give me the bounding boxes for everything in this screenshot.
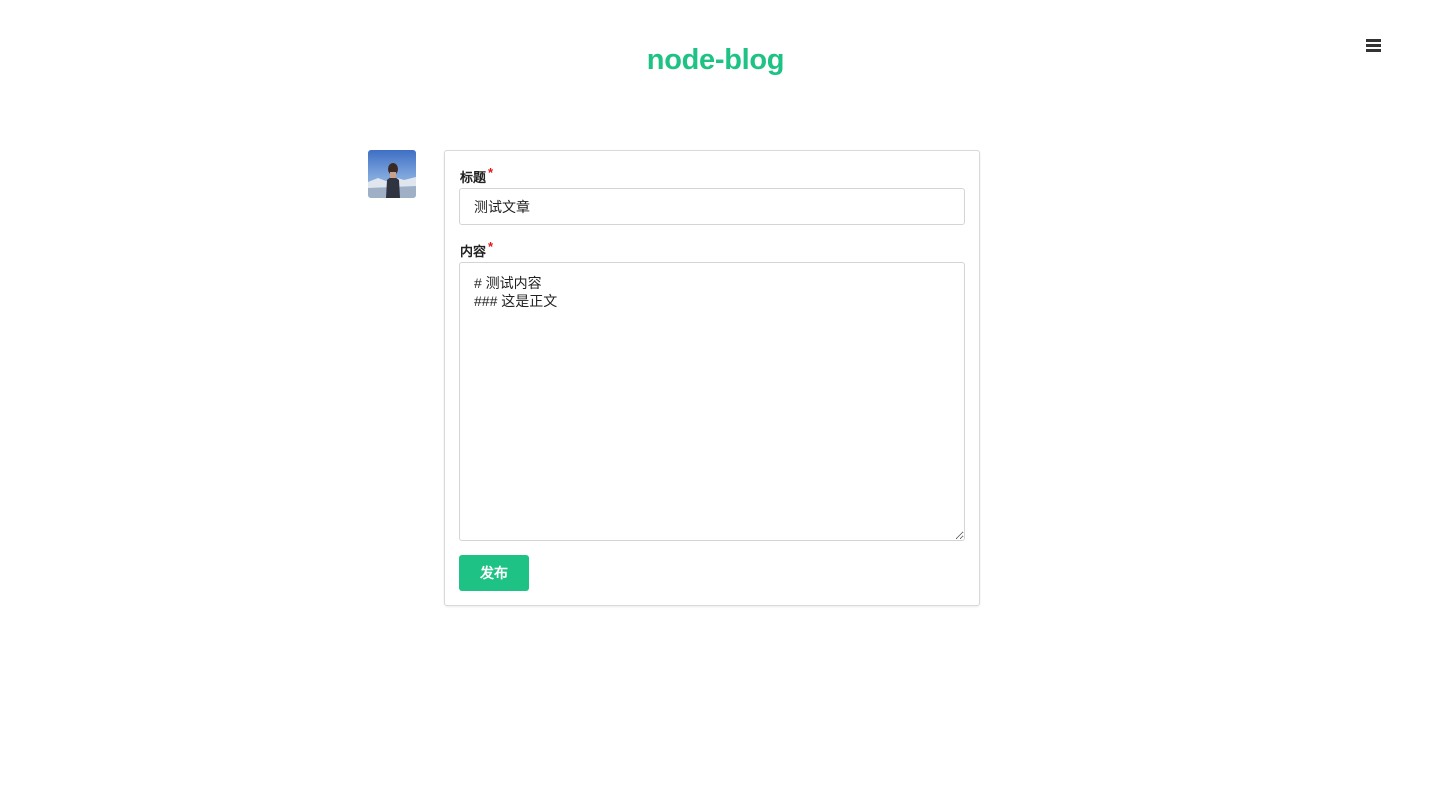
publish-button[interactable]: 发布: [459, 555, 529, 591]
title-label-text: 标题: [460, 170, 487, 185]
menu-bar-top: [1366, 39, 1381, 42]
content-label: 内容 *: [460, 239, 494, 260]
title-label: 标题 *: [460, 165, 494, 186]
title-required-mark: *: [488, 165, 494, 180]
avatar-photo-icon: [368, 150, 416, 198]
user-avatar[interactable]: [368, 150, 416, 198]
title-input[interactable]: [459, 188, 965, 225]
menu-bar-middle: [1366, 44, 1381, 47]
site-title[interactable]: node-blog: [0, 44, 1431, 77]
site-header: node-blog: [0, 0, 1431, 110]
content-label-text: 内容: [460, 244, 487, 259]
post-editor-card: 标题* 内容* # 测试内容 ### 这是正文 发布: [444, 150, 980, 606]
menu-bar-bottom: [1366, 49, 1381, 52]
hamburger-menu-icon[interactable]: [1364, 36, 1384, 54]
content-textarea[interactable]: # 测试内容 ### 这是正文: [459, 262, 965, 541]
content-required-mark: *: [488, 239, 494, 254]
